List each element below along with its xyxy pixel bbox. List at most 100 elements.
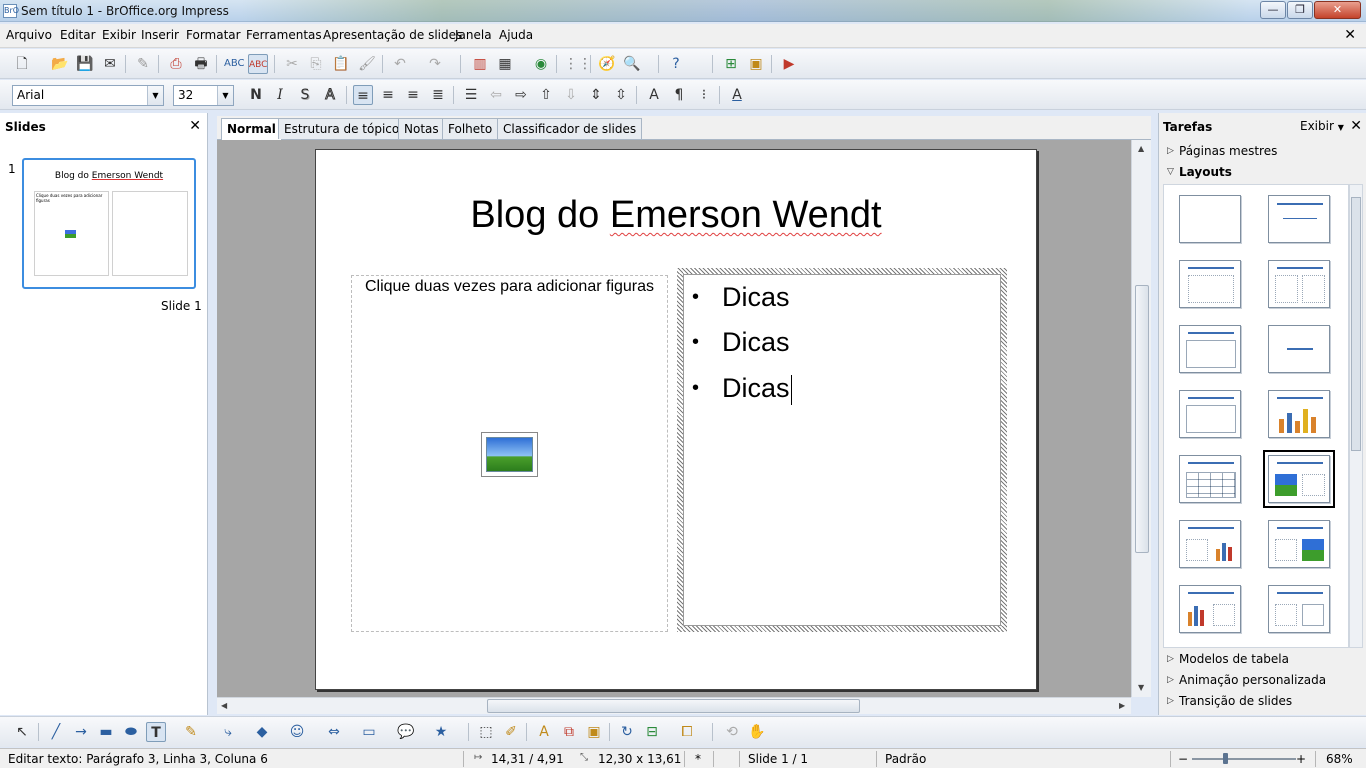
align-center-icon[interactable]: ≡ <box>378 85 398 105</box>
menu-editar[interactable]: Editar <box>60 28 96 42</box>
slideshow-icon[interactable]: ▶ <box>779 54 799 74</box>
basic-shapes-icon[interactable]: ◆ <box>252 722 272 742</box>
navigator-icon[interactable]: 🧭 <box>597 54 617 74</box>
ellipse-icon[interactable]: ⬬ <box>121 722 141 742</box>
bullets-numbering-icon[interactable]: ⁝ <box>694 85 714 105</box>
tab-normal[interactable]: Normal <box>221 118 282 141</box>
menu-ajuda[interactable]: Ajuda <box>499 28 533 42</box>
flowchart-icon[interactable]: ▭ <box>359 722 379 742</box>
layout-title-only[interactable] <box>1268 195 1330 243</box>
open-folder-icon[interactable]: 📂 <box>50 54 70 74</box>
rotate-icon[interactable]: ↻ <box>617 722 637 742</box>
text-tool-icon[interactable]: T <box>146 722 166 742</box>
bold-button[interactable]: N <box>246 85 266 105</box>
cut-icon[interactable]: ✂ <box>282 54 302 74</box>
scroll-right-icon[interactable]: ▶ <box>1119 701 1125 710</box>
layout-title-chart-text[interactable] <box>1179 585 1241 633</box>
edit-file-icon[interactable]: ✎ <box>133 54 153 74</box>
menu-apresentacao[interactable]: Apresentação de slides <box>323 28 462 42</box>
gallery-icon[interactable]: ▣ <box>584 722 604 742</box>
section-layouts[interactable]: ▽ Layouts <box>1163 163 1360 183</box>
tab-notes[interactable]: Notas <box>398 118 445 139</box>
menu-janela[interactable]: Janela <box>455 28 492 42</box>
zoom-slider[interactable] <box>1192 758 1296 760</box>
promote-right-icon[interactable]: ⇨ <box>511 85 531 105</box>
font-size-combo[interactable]: 32 ▼ <box>173 85 234 106</box>
maximize-button[interactable]: ❐ <box>1287 1 1313 19</box>
zoom-out-button[interactable]: − <box>1178 752 1188 766</box>
font-color-icon[interactable]: A <box>727 85 747 105</box>
layout-title-subtitle[interactable] <box>1179 325 1241 373</box>
italic-button[interactable]: I <box>270 85 290 105</box>
right-splitter[interactable] <box>1151 113 1158 715</box>
undo-icon[interactable]: ↶ <box>390 54 410 74</box>
new-document-icon[interactable]: 🗋 <box>12 54 32 74</box>
fontwork-gallery-icon[interactable]: A <box>534 722 554 742</box>
layouts-scrollbar[interactable] <box>1349 184 1363 648</box>
scroll-up-icon[interactable]: ▲ <box>1138 144 1144 153</box>
layout-centered-text[interactable] <box>1268 325 1330 373</box>
connector-icon[interactable]: ⤷ <box>218 722 238 742</box>
layout-title-box[interactable] <box>1179 390 1241 438</box>
arrange-icon[interactable]: ⧠ <box>677 722 697 742</box>
redo-icon[interactable]: ↷ <box>425 54 445 74</box>
bullets-icon[interactable]: ☰ <box>461 85 481 105</box>
line-arrow-icon[interactable]: → <box>71 722 91 742</box>
slide-canvas[interactable]: Blog do Emerson Wendt Clique duas vezes … <box>315 149 1037 690</box>
symbol-shapes-icon[interactable]: ☺ <box>287 722 307 742</box>
section-master-pages[interactable]: ▷ Páginas mestres <box>1163 142 1360 162</box>
slide-layout-icon[interactable]: ▣ <box>746 54 766 74</box>
paragraph-icon[interactable]: ¶ <box>669 85 689 105</box>
close-tasks-pane-icon[interactable]: ✕ <box>1350 118 1362 134</box>
email-icon[interactable]: ✉ <box>100 54 120 74</box>
line-icon[interactable]: ╱ <box>46 722 66 742</box>
glue-points-icon[interactable]: ✐ <box>501 722 521 742</box>
points-icon[interactable]: ⬚ <box>476 722 496 742</box>
section-slide-transition[interactable]: ▷ Transição de slides <box>1163 692 1360 712</box>
stars-icon[interactable]: ★ <box>431 722 451 742</box>
tasks-view-menu[interactable]: Exibir ▼ <box>1300 119 1344 133</box>
section-table-design[interactable]: ▷ Modelos de tabela <box>1163 650 1360 670</box>
menu-formatar[interactable]: Formatar <box>186 28 241 42</box>
menu-arquivo[interactable]: Arquivo <box>6 28 52 42</box>
alignment-icon[interactable]: ⊟ <box>642 722 662 742</box>
move-up-icon[interactable]: ⇧ <box>536 85 556 105</box>
zoom-slider-knob[interactable] <box>1223 753 1228 764</box>
close-window-button[interactable]: ✕ <box>1314 1 1361 19</box>
menu-exibir[interactable]: Exibir <box>102 28 136 42</box>
grid-icon[interactable]: ⋮⋮ <box>564 54 592 74</box>
move-down-icon[interactable]: ⇩ <box>561 85 581 105</box>
zoom-icon[interactable]: 🔍 <box>622 54 642 74</box>
spellcheck-icon[interactable]: ABC <box>224 54 245 74</box>
close-slides-pane-icon[interactable]: ✕ <box>189 118 201 134</box>
slide-new-icon[interactable]: ⊞ <box>721 54 741 74</box>
section-custom-animation[interactable]: ▷ Animação personalizada <box>1163 671 1360 691</box>
autospellcheck-icon[interactable]: ABC <box>248 54 268 74</box>
close-document-icon[interactable]: ✕ <box>1344 27 1356 43</box>
menu-inserir[interactable]: Inserir <box>141 28 179 42</box>
paste-icon[interactable]: 📋 <box>331 54 351 74</box>
curve-icon[interactable]: ✎ <box>181 722 201 742</box>
layout-title-table[interactable] <box>1179 455 1241 503</box>
image-placeholder[interactable]: Clique duas vezes para adicionar figuras <box>351 275 668 632</box>
tab-slide-sorter[interactable]: Classificador de slides <box>497 118 643 139</box>
print-icon[interactable]: 🖶 <box>191 54 211 74</box>
select-arrow-icon[interactable]: ↖ <box>12 722 32 742</box>
minimize-button[interactable]: — <box>1260 1 1286 19</box>
layout-blank[interactable] <box>1179 195 1241 243</box>
help-icon[interactable]: ? <box>666 54 686 74</box>
layout-title-image-text[interactable] <box>1263 450 1335 508</box>
increase-spacing-icon[interactable]: ⇕ <box>586 85 606 105</box>
slide-title[interactable]: Blog do Emerson Wendt <box>316 194 1036 237</box>
layout-title-content[interactable] <box>1179 260 1241 308</box>
status-master[interactable]: Padrão <box>885 752 926 766</box>
left-splitter[interactable] <box>208 113 215 715</box>
chevron-down-icon[interactable]: ▼ <box>217 86 233 105</box>
tab-handout[interactable]: Folheto <box>442 118 499 139</box>
clone-format-icon[interactable]: 🖌 <box>357 54 377 74</box>
rectangle-icon[interactable]: ▬ <box>96 722 116 742</box>
interaction-icon[interactable]: ✋ <box>747 722 767 742</box>
shadow-button[interactable]: S <box>295 85 315 105</box>
fontwork-icon[interactable]: ◉ <box>531 54 551 74</box>
align-left-icon[interactable]: ≡ <box>353 85 373 105</box>
